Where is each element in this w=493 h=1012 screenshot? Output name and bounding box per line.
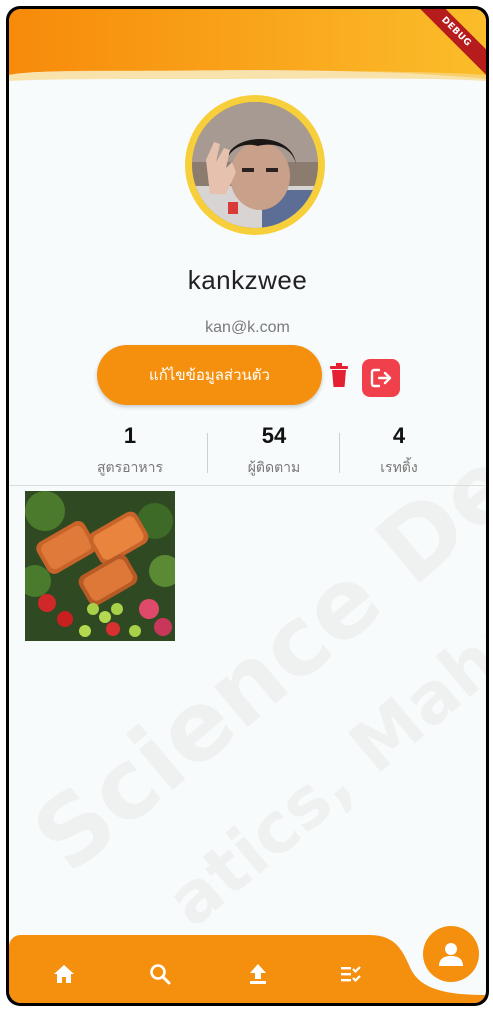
stats-divider (9, 485, 486, 486)
nav-home[interactable] (49, 959, 79, 989)
username: kankzwee (187, 265, 308, 295)
phone-frame: DEBUG Science Depart atics, Mahasarakh k… (6, 6, 489, 1006)
svg-text:atics, Mahasarakh: atics, Mahasarakh (151, 417, 486, 943)
user-email: kan@k.com (205, 319, 290, 336)
stat-value: 1 (123, 423, 137, 448)
logout-button[interactable] (362, 359, 400, 397)
avatar[interactable] (192, 102, 318, 228)
stat-value: 4 (392, 423, 406, 448)
recipe-photo (25, 491, 175, 641)
stat-rating[interactable]: 4 เรทติ้ง (334, 423, 464, 479)
avatar-photo (192, 102, 318, 228)
checklist-icon (341, 966, 361, 983)
nav-profile[interactable] (423, 926, 479, 982)
screen: DEBUG Science Depart atics, Mahasarakh k… (9, 9, 486, 1003)
stats-row: 1 สูตรอาหาร 54 ผู้ติดตาม 4 เรทติ้ง (9, 423, 486, 487)
search-icon (150, 964, 171, 985)
nav-upload[interactable] (243, 959, 273, 989)
nav-search[interactable] (145, 959, 175, 989)
logout-icon (370, 368, 392, 388)
edit-profile-button[interactable]: แก้ไขข้อมูลส่วนตัว (97, 345, 322, 405)
nav-checklist[interactable] (337, 959, 367, 989)
delete-icon[interactable] (328, 363, 350, 387)
stat-value: 54 (261, 423, 287, 448)
stat-followers[interactable]: 54 ผู้ติดตาม (209, 423, 339, 479)
stat-label: เรทติ้ง (380, 460, 418, 476)
stat-divider (207, 433, 208, 473)
header-wave (9, 9, 486, 81)
recipe-thumbnail[interactable] (25, 491, 175, 641)
upload-icon (250, 964, 266, 984)
stat-recipes[interactable]: 1 สูตรอาหาร (65, 423, 195, 479)
home-icon (54, 965, 74, 983)
stat-label: สูตรอาหาร (96, 460, 164, 476)
stat-label: ผู้ติดตาม (247, 460, 301, 476)
profile-icon (439, 943, 463, 966)
